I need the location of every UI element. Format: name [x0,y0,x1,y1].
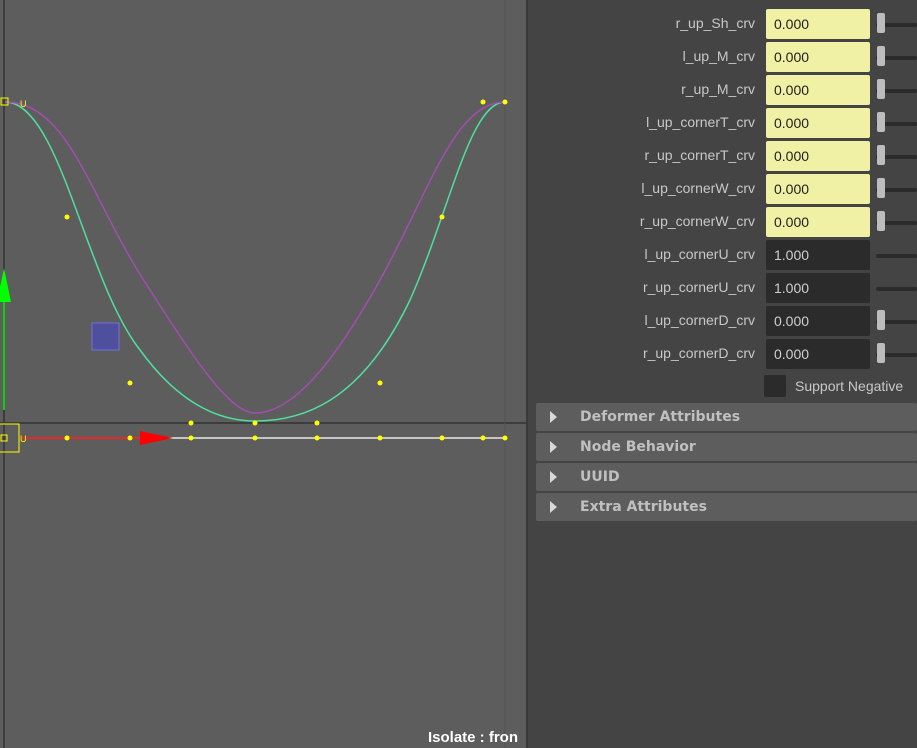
expand-arrow-icon[interactable] [550,411,557,423]
attribute-slider-handle[interactable] [877,310,885,330]
control-point [127,380,133,386]
pivot-box[interactable] [0,423,20,453]
control-point [502,99,508,105]
attribute-slider-handle[interactable] [877,343,885,363]
attribute-row: l_up_cornerD_crv 0.000 [528,305,917,338]
section-header[interactable]: UUID [536,463,917,491]
attribute-slider-handle[interactable] [877,112,885,132]
section-header[interactable]: Node Behavior [536,433,917,461]
attribute-value-field[interactable]: 0.000 [766,306,870,336]
attribute-value-field[interactable]: 1.000 [766,273,870,303]
attribute-row: r_up_M_crv 0.000 [528,74,917,107]
attribute-label: r_up_cornerW_crv [639,213,755,229]
attribute-label: l_up_cornerT_crv [646,114,755,130]
curve-purple[interactable] [4,101,506,414]
attribute-value-field[interactable]: 0.000 [766,339,870,369]
x-axis-arrow-icon[interactable] [140,431,173,445]
attribute-value-field[interactable]: 0.000 [766,141,870,171]
attribute-value-field[interactable]: 1.000 [766,240,870,270]
control-point [252,420,258,426]
attribute-label: r_up_Sh_crv [675,15,755,31]
attribute-slider-track[interactable] [876,287,917,291]
attribute-label: r_up_cornerD_crv [642,345,755,361]
attribute-label: r_up_cornerU_crv [642,279,755,295]
curve-u-label: U [20,99,27,109]
control-point [252,435,258,441]
control-point [480,435,486,441]
viewport-3d[interactable]: U U Isolate : fron [0,0,526,748]
attribute-row: r_up_cornerW_crv 0.000 [528,206,917,239]
section-label: Deformer Attributes [580,409,741,425]
attribute-label: r_up_cornerT_crv [644,147,756,163]
control-point [439,435,445,441]
control-point [377,380,383,386]
attribute-value-field[interactable]: 0.000 [766,108,870,138]
attribute-slider-handle[interactable] [877,46,885,66]
control-point [502,435,508,441]
attribute-row: l_up_M_crv 0.000 [528,41,917,74]
attribute-value-field[interactable]: 0.000 [766,174,870,204]
section-header[interactable]: Deformer Attributes [536,403,917,431]
attribute-row: r_up_cornerD_crv 0.000 [528,338,917,371]
attribute-label: l_up_cornerU_crv [644,246,756,262]
expand-arrow-icon[interactable] [550,441,557,453]
attribute-slider-handle[interactable] [877,145,885,165]
attribute-label: l_up_cornerD_crv [644,312,756,328]
control-point [314,420,320,426]
control-point [439,214,445,220]
attribute-slider-handle[interactable] [877,13,885,33]
y-axis-arrow-icon[interactable] [0,268,11,302]
attribute-row: l_up_cornerU_crv 1.000 [528,239,917,272]
attribute-row: r_up_Sh_crv 0.000 [528,8,917,41]
expand-arrow-icon[interactable] [550,471,557,483]
attribute-value-field[interactable]: 0.000 [766,9,870,39]
control-point [127,435,133,441]
expand-arrow-icon[interactable] [550,501,557,513]
control-point [188,435,194,441]
section-header[interactable]: Extra Attributes [536,493,917,521]
control-point [480,99,486,105]
attribute-slider-handle[interactable] [877,79,885,99]
control-point [377,435,383,441]
attribute-slider-handle[interactable] [877,178,885,198]
attribute-row: r_up_cornerU_crv 1.000 [528,272,917,305]
attribute-slider-track[interactable] [876,254,917,258]
viewport-canvas[interactable]: U U [0,0,526,748]
control-point [314,435,320,441]
attribute-label: r_up_M_crv [681,81,755,97]
attribute-row: r_up_cornerT_crv 0.000 [528,140,917,173]
attribute-label: l_up_M_crv [682,48,755,64]
attribute-editor-panel: r_up_Sh_crv 0.000 l_up_M_crv 0.000 r_up_M_cr… [528,0,917,748]
control-point [64,435,70,441]
section-label: Node Behavior [580,439,696,455]
control-points[interactable] [64,99,508,426]
control-point [64,214,70,220]
curve-green[interactable] [4,101,506,422]
attribute-row: l_up_cornerW_crv 0.000 [528,173,917,206]
control-point [188,420,194,426]
section-label: Extra Attributes [580,499,707,515]
attribute-value-field[interactable]: 0.000 [766,75,870,105]
straight-u-label: U [20,434,27,444]
support-negative-label: Support Negative [795,378,904,394]
section-label: UUID [580,469,620,485]
viewport-isolate-label: Isolate : fron [428,729,519,746]
selection-box[interactable] [91,322,120,351]
support-negative-checkbox[interactable] [764,375,786,397]
attribute-value-field[interactable]: 0.000 [766,42,870,72]
attribute-row: l_up_cornerT_crv 0.000 [528,107,917,140]
attribute-value-field[interactable]: 0.000 [766,207,870,237]
attribute-slider-handle[interactable] [877,211,885,231]
support-negative-row: Support Negative [528,373,917,399]
attribute-label: l_up_cornerW_crv [641,180,755,196]
